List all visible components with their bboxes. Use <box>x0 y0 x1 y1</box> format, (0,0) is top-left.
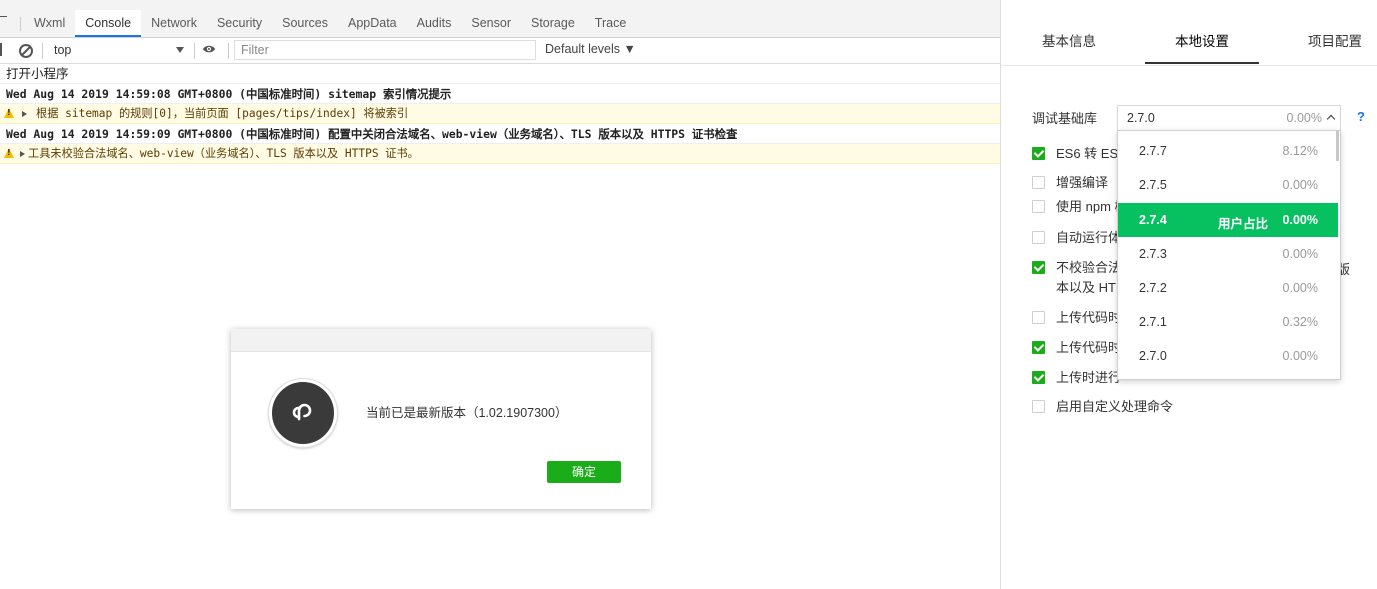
dropdown-item-version[interactable]: 2.7.1 0.32% <box>1118 305 1338 339</box>
tab-audits[interactable]: Audits <box>407 10 462 37</box>
percent-label: 0.00% <box>1282 349 1318 363</box>
clear-console-icon[interactable] <box>19 44 33 58</box>
checkbox-checked[interactable] <box>1032 261 1045 274</box>
checkbox-checked[interactable] <box>1032 341 1045 354</box>
context-value: top <box>54 43 72 57</box>
checkbox[interactable] <box>1032 400 1045 413</box>
settings-tab-bar: 基本信息 本地设置 项目配置 <box>1001 10 1377 66</box>
version-label: 2.7.2 <box>1139 281 1167 295</box>
version-label: 2.7.4 <box>1139 213 1167 227</box>
checkbox[interactable] <box>1032 176 1045 189</box>
console-toolbar: top Default levels ▼ <box>0 38 1000 64</box>
option-label: ES6 转 ES <box>1056 146 1119 161</box>
version-label: 2.7.5 <box>1139 178 1167 192</box>
version-label: 2.7.3 <box>1139 247 1167 261</box>
settings-panel: 基本信息 本地设置 项目配置 调试基础库 2.7.0 0.00% ? ES6 转… <box>1000 0 1377 589</box>
console-message: 打开小程序 <box>0 64 1000 84</box>
dropdown-item-version[interactable]: 2.7.7 8.12% <box>1118 134 1338 168</box>
mini-program-logo-icon <box>269 379 337 447</box>
active-tab-indicator <box>1145 62 1259 64</box>
percent-label: 0.00% <box>1282 178 1318 192</box>
eye-icon[interactable] <box>202 44 216 54</box>
divider <box>20 17 21 31</box>
dropdown-item-version-hovered[interactable]: 2.7.4 用户占比 0.00% <box>1118 203 1338 237</box>
warning-icon <box>4 148 14 158</box>
checkbox[interactable] <box>1032 200 1045 213</box>
confirm-button[interactable]: 确定 <box>547 461 621 483</box>
chevron-up-icon <box>1326 114 1336 124</box>
selected-version: 2.7.0 <box>1127 111 1155 125</box>
percent-label: 0.32% <box>1282 315 1318 329</box>
percent-label: 0.00% <box>1282 213 1318 227</box>
tab-storage[interactable]: Storage <box>521 10 585 37</box>
checkbox-checked[interactable] <box>1032 371 1045 384</box>
sidebar-toggle-icon[interactable] <box>0 43 10 56</box>
percent-label: 0.00% <box>1282 281 1318 295</box>
dialog-header <box>231 329 651 352</box>
version-label: 2.7.1 <box>1139 315 1167 329</box>
tab-appdata[interactable]: AppData <box>338 10 407 37</box>
console-group-header[interactable]: Wed Aug 14 2019 14:59:09 GMT+0800 (中国标准时… <box>0 124 1000 144</box>
version-dropdown[interactable]: 2.7.7 8.12% 2.7.5 0.00% 2.7.4 用户占比 0.00%… <box>1117 130 1341 380</box>
version-label: 2.7.0 <box>1139 349 1167 363</box>
tab-trace[interactable]: Trace <box>585 10 637 37</box>
console-warning[interactable]: 根据 sitemap 的规则[0]，当前页面 [pages/tips/index… <box>0 104 1000 124</box>
tab-network[interactable]: Network <box>141 10 207 37</box>
option-label: 增强编译 <box>1056 175 1109 190</box>
option-label: 不校验合法 <box>1056 260 1122 275</box>
selected-percent: 0.00% <box>1286 111 1322 125</box>
tab-basic-info[interactable]: 基本信息 <box>1042 30 1096 50</box>
tab-security[interactable]: Security <box>207 10 272 37</box>
debug-lib-label: 调试基础库 <box>1032 111 1098 126</box>
tab-sources[interactable]: Sources <box>272 10 338 37</box>
log-levels-select[interactable]: Default levels ▼ <box>545 42 636 56</box>
dropdown-item-version[interactable]: 2.7.2 0.00% <box>1118 271 1338 305</box>
divider <box>228 43 229 59</box>
option-label-line2: 本以及 HT <box>1056 280 1116 295</box>
dropdown-item-version[interactable]: 2.7.3 0.00% <box>1118 237 1338 271</box>
warning-text: 工具未校验合法域名、web-view（业务域名）、TLS 版本以及 HTTPS … <box>28 147 419 160</box>
tab-local-settings[interactable]: 本地设置 <box>1175 30 1229 50</box>
percent-label: 8.12% <box>1282 144 1318 158</box>
tab-sensor[interactable]: Sensor <box>461 10 521 37</box>
version-label: 2.7.7 <box>1139 144 1167 158</box>
checkbox[interactable] <box>1032 311 1045 324</box>
warning-icon <box>4 108 14 118</box>
expand-arrow-icon[interactable] <box>22 111 27 117</box>
checkbox[interactable] <box>1032 231 1045 244</box>
expand-arrow-icon[interactable] <box>20 151 25 157</box>
update-dialog: 当前已是最新版本（1.02.1907300） 确定 <box>231 329 651 509</box>
console-output: 打开小程序 Wed Aug 14 2019 14:59:08 GMT+0800 … <box>0 64 1000 164</box>
option-label: 上传代码时 <box>1056 310 1122 325</box>
tab-project-config[interactable]: 项目配置 <box>1308 30 1362 50</box>
inspect-icon[interactable] <box>0 16 7 27</box>
devtools-tab-bar: Wxml Console Network Security Sources Ap… <box>0 10 1000 38</box>
tab-wxml[interactable]: Wxml <box>24 10 75 37</box>
checkbox-checked[interactable] <box>1032 147 1045 160</box>
triangle-down-icon <box>176 47 184 53</box>
console-warning[interactable]: 工具未校验合法域名、web-view（业务域名）、TLS 版本以及 HTTPS … <box>0 144 1000 164</box>
option-label: 自动运行体 <box>1056 230 1122 245</box>
option-label: 上传代码时 <box>1056 340 1122 355</box>
devtools-panel: Wxml Console Network Security Sources Ap… <box>0 0 1000 589</box>
warning-text: 根据 sitemap 的规则[0]，当前页面 [pages/tips/index… <box>36 107 409 120</box>
option-label: 上传时进行 <box>1056 370 1122 385</box>
dropdown-item-version[interactable]: 2.7.0 0.00% <box>1118 339 1338 373</box>
usage-tag: 用户占比 <box>1218 217 1269 231</box>
context-select[interactable]: top <box>48 40 188 60</box>
console-group-header[interactable]: Wed Aug 14 2019 14:59:08 GMT+0800 (中国标准时… <box>0 84 1000 104</box>
filter-input[interactable] <box>234 40 536 60</box>
option-label: 启用自定义处理命令 <box>1056 399 1174 414</box>
dialog-message: 当前已是最新版本（1.02.1907300） <box>366 406 568 420</box>
divider <box>42 43 43 59</box>
help-icon[interactable]: ? <box>1357 109 1365 124</box>
divider <box>194 43 195 59</box>
percent-label: 0.00% <box>1282 247 1318 261</box>
dropdown-item-version[interactable]: 2.7.5 0.00% <box>1118 168 1338 202</box>
debug-lib-select[interactable]: 2.7.0 0.00% <box>1117 105 1341 131</box>
tab-console[interactable]: Console <box>75 10 142 37</box>
